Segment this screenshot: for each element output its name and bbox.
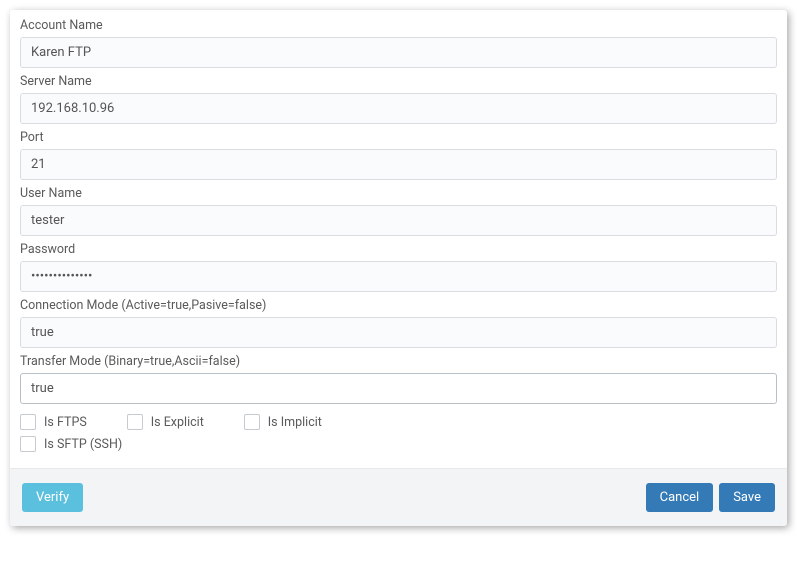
checkbox-row-2: Is SFTP (SSH) <box>20 436 777 452</box>
user-name-input[interactable] <box>20 205 777 236</box>
is-ftps-label[interactable]: Is FTPS <box>44 415 87 430</box>
is-explicit-checkbox[interactable] <box>127 414 143 430</box>
port-label: Port <box>20 130 777 145</box>
is-ftps-checkbox[interactable] <box>20 414 36 430</box>
is-sftp-label[interactable]: Is SFTP (SSH) <box>44 437 122 452</box>
checkbox-is-ftps: Is FTPS <box>20 414 87 430</box>
checkbox-is-implicit: Is Implicit <box>244 414 322 430</box>
is-implicit-checkbox[interactable] <box>244 414 260 430</box>
password-input[interactable] <box>20 261 777 292</box>
checkbox-is-sftp: Is SFTP (SSH) <box>20 436 122 452</box>
form-body: Account Name Server Name Port User Name … <box>10 10 787 468</box>
form-footer: Verify Cancel Save <box>10 468 787 526</box>
field-user-name: User Name <box>20 186 777 236</box>
is-sftp-checkbox[interactable] <box>20 436 36 452</box>
is-explicit-label[interactable]: Is Explicit <box>151 415 204 430</box>
server-name-label: Server Name <box>20 74 777 89</box>
verify-button[interactable]: Verify <box>22 483 83 512</box>
field-transfer-mode: Transfer Mode (Binary=true,Ascii=false) <box>20 354 777 404</box>
user-name-label: User Name <box>20 186 777 201</box>
transfer-mode-input[interactable] <box>20 373 777 404</box>
ftp-account-form: Account Name Server Name Port User Name … <box>10 10 787 526</box>
account-name-input[interactable] <box>20 37 777 68</box>
field-password: Password <box>20 242 777 292</box>
footer-right: Cancel Save <box>646 483 775 512</box>
is-implicit-label[interactable]: Is Implicit <box>268 415 322 430</box>
checkbox-row-1: Is FTPS Is Explicit Is Implicit <box>20 414 777 430</box>
transfer-mode-label: Transfer Mode (Binary=true,Ascii=false) <box>20 354 777 369</box>
field-account-name: Account Name <box>20 18 777 68</box>
save-button[interactable]: Save <box>719 483 775 512</box>
connection-mode-input[interactable] <box>20 317 777 348</box>
checkbox-is-explicit: Is Explicit <box>127 414 204 430</box>
server-name-input[interactable] <box>20 93 777 124</box>
password-label: Password <box>20 242 777 257</box>
account-name-label: Account Name <box>20 18 777 33</box>
field-server-name: Server Name <box>20 74 777 124</box>
field-connection-mode: Connection Mode (Active=true,Pasive=fals… <box>20 298 777 348</box>
cancel-button[interactable]: Cancel <box>646 483 714 512</box>
connection-mode-label: Connection Mode (Active=true,Pasive=fals… <box>20 298 777 313</box>
port-input[interactable] <box>20 149 777 180</box>
field-port: Port <box>20 130 777 180</box>
